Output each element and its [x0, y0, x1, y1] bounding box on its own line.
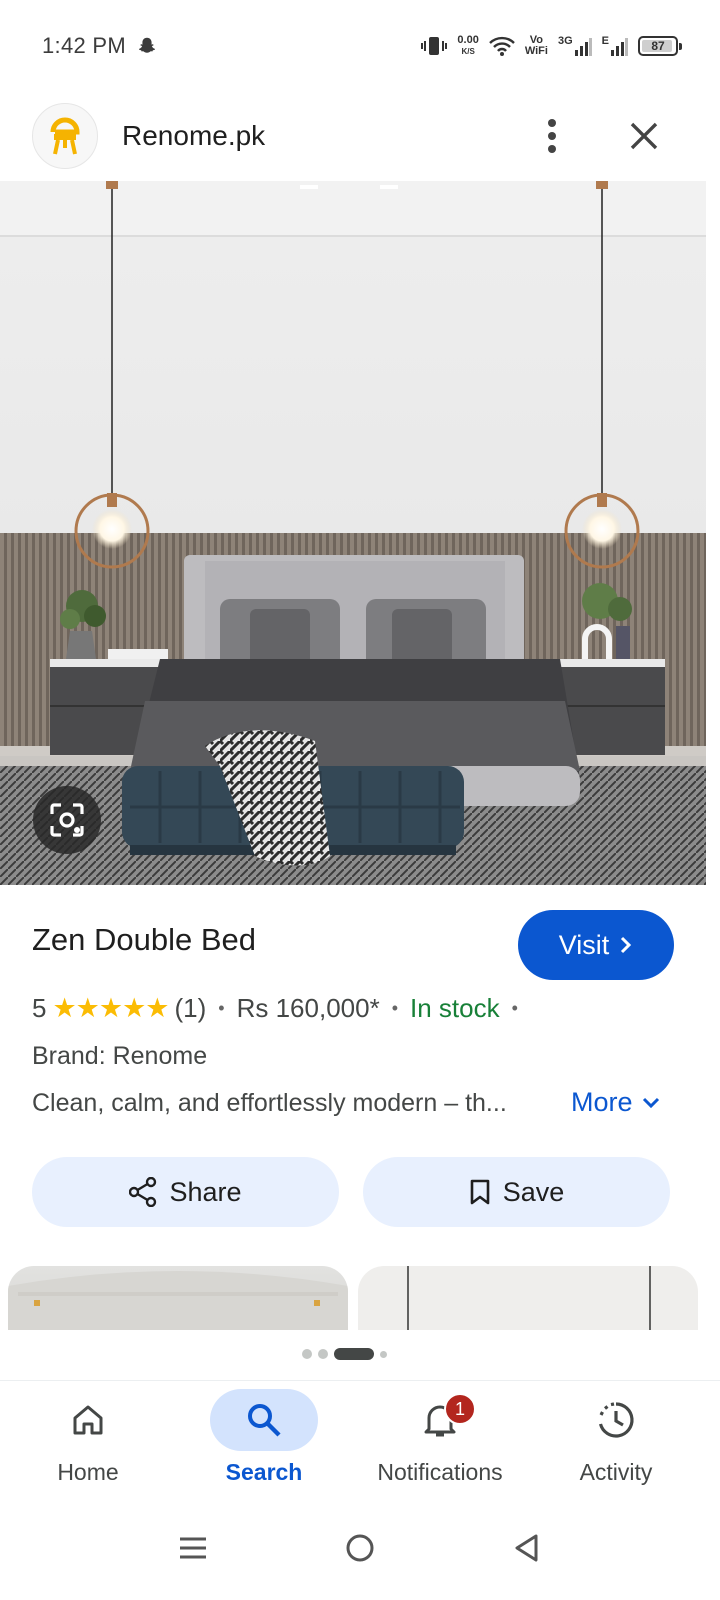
site-name[interactable]: Renome.pk: [122, 120, 265, 152]
room-photo: [407, 1266, 651, 1330]
search-icon: [248, 1404, 281, 1437]
nav-label: Notifications: [377, 1459, 503, 1485]
separator-dot: •: [511, 997, 518, 1018]
nav-activity[interactable]: Activity: [528, 1381, 704, 1498]
vibrate-icon: [421, 37, 448, 55]
product-image[interactable]: [0, 181, 706, 885]
price: Rs 160,000*: [236, 992, 380, 1023]
nav-home[interactable]: Home: [0, 1381, 176, 1498]
bedroom-photo: [0, 181, 706, 885]
signal-bars-icon: [611, 38, 628, 56]
share-label: Share: [169, 1176, 242, 1207]
product-title: Zen Double Bed: [32, 922, 257, 957]
visit-button[interactable]: Visit: [518, 910, 674, 980]
share-button[interactable]: Share: [32, 1157, 339, 1227]
related-image-thumbnail[interactable]: [8, 1266, 348, 1330]
product-meta: 5 ★★★★★ (1) • Rs 160,000* • In stock •: [32, 988, 530, 1028]
nav-label: Home: [57, 1459, 119, 1485]
renome-logo-icon: [50, 117, 80, 155]
wifi-icon: [488, 36, 515, 56]
save-label: Save: [502, 1176, 565, 1207]
status-icons: 0.00 K/S Vo WiFi 3G E 87: [421, 34, 682, 58]
review-count[interactable]: (1): [175, 993, 207, 1024]
nav-icon-wrap: [210, 1389, 318, 1451]
product-brand: Brand: Renome: [32, 1042, 208, 1070]
vowifi-label: Vo WiFi: [524, 34, 548, 57]
recent-apps-button[interactable]: [178, 1533, 208, 1568]
lens-icon: [50, 803, 84, 837]
site-header: Renome.pk: [0, 92, 720, 180]
status-time: 1:42 PM: [42, 33, 127, 58]
carousel-dot: [318, 1349, 328, 1359]
close-icon: [630, 122, 658, 150]
carousel-indicator: [302, 1348, 387, 1360]
circle-home-icon: [346, 1534, 374, 1561]
related-image-thumbnail[interactable]: [358, 1266, 698, 1330]
carousel-dot: [302, 1349, 312, 1359]
nav-label: Activity: [579, 1459, 653, 1485]
notification-badge: 1: [444, 1393, 476, 1425]
more-options-button[interactable]: [530, 110, 574, 162]
activity-icon: [598, 1402, 634, 1438]
close-button[interactable]: [618, 110, 670, 162]
carousel-dot-active: [334, 1348, 374, 1360]
back-system-button[interactable]: [512, 1533, 542, 1568]
menu-lines-icon: [180, 1537, 207, 1558]
snapchat-ghost-icon: [139, 37, 156, 53]
bottom-navigation: Home Search 1 Notifications Activity: [0, 1380, 720, 1498]
separator-dot: •: [391, 997, 399, 1018]
nav-label: Search: [225, 1459, 303, 1485]
visit-label: Visit: [558, 929, 610, 960]
save-button[interactable]: Save: [363, 1157, 670, 1227]
chevron-down-icon: [642, 1097, 659, 1108]
net-speed: 0.00 K/S: [457, 34, 479, 57]
product-description: Clean, calm, and effortlessly modern – t…: [32, 1089, 507, 1117]
separator-dot: •: [218, 997, 225, 1018]
status-bar: 1:42 PM 0.00 K/S Vo WiFi 3G E 87: [0, 0, 720, 92]
room-photo: [8, 1271, 348, 1330]
rating-stars: ★★★★★: [52, 992, 169, 1023]
more-vert-icon: [548, 119, 556, 153]
stock-status: In stock: [410, 992, 500, 1023]
back-triangle-icon: [515, 1534, 538, 1561]
nav-icon-wrap: 1: [386, 1389, 494, 1451]
rating-value: 5: [32, 992, 47, 1023]
home-icon: [73, 1405, 103, 1435]
chevron-right-icon: [621, 936, 632, 954]
more-label: More: [571, 1087, 633, 1117]
nav-notifications[interactable]: 1 Notifications: [352, 1381, 528, 1498]
signal-3g: 3G: [558, 36, 592, 56]
home-system-button[interactable]: [345, 1533, 375, 1568]
google-lens-button[interactable]: [33, 786, 101, 854]
battery-icon: 87: [638, 36, 682, 56]
carousel-dot: [380, 1350, 387, 1358]
system-navigation-bar: [0, 1500, 720, 1600]
more-description-button[interactable]: More: [571, 1087, 661, 1118]
site-logo: [32, 103, 98, 169]
signal-e: E: [602, 36, 628, 56]
bookmark-icon: [470, 1179, 490, 1205]
signal-bars-icon: [574, 38, 592, 56]
share-icon: [129, 1177, 157, 1207]
nav-search[interactable]: Search: [176, 1381, 352, 1498]
nav-icon-wrap: [562, 1389, 670, 1451]
nav-icon-wrap: [34, 1389, 142, 1451]
